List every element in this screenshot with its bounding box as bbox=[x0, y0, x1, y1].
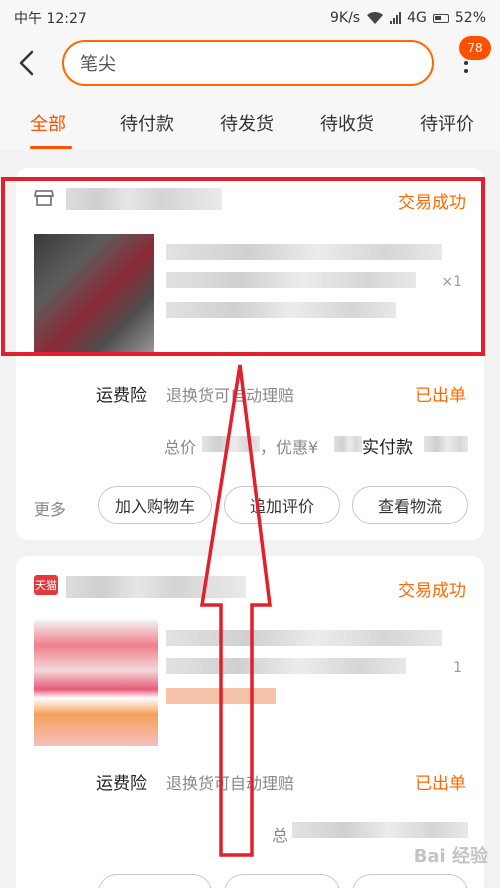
back-arrow-icon[interactable] bbox=[14, 48, 42, 78]
tmall-store-badge: 天猫 bbox=[34, 575, 58, 595]
tab-all[interactable]: 全部 bbox=[30, 110, 66, 136]
shipping-insurance-label: 运费险 bbox=[96, 386, 147, 406]
shop-name-blurred[interactable] bbox=[66, 188, 222, 210]
add-review-button[interactable]: 追加评价 bbox=[224, 486, 340, 524]
paid-amount-blurred bbox=[424, 436, 468, 452]
return-claim-text: 退换货可自动理赔 bbox=[166, 774, 295, 793]
order-status: 交易成功 bbox=[398, 193, 466, 213]
total-price-label: 总 bbox=[272, 826, 289, 845]
wifi-icon bbox=[367, 11, 384, 24]
product-title-blurred bbox=[166, 658, 406, 674]
shop-name-blurred[interactable] bbox=[66, 576, 246, 598]
total-price-blurred bbox=[292, 822, 468, 838]
view-logistics-button[interactable]: 查看物流 bbox=[352, 486, 468, 524]
order-action-button[interactable] bbox=[352, 874, 468, 888]
order-status: 交易成功 bbox=[398, 581, 466, 601]
product-title-blurred bbox=[166, 272, 416, 288]
order-action-button[interactable] bbox=[224, 874, 340, 888]
shop-icon bbox=[34, 190, 54, 206]
product-thumbnail[interactable] bbox=[34, 234, 154, 354]
tab-pending-receipt[interactable]: 待收货 bbox=[320, 110, 374, 136]
status-indicators: 9K/s 4G 52% bbox=[330, 10, 486, 26]
message-count-badge: 78 bbox=[459, 36, 491, 60]
search-input-value: 笔尖 bbox=[80, 54, 116, 75]
header: 笔尖 78 bbox=[0, 36, 500, 92]
order-card[interactable]: 交易成功 ×1 运费险 退换货可自动理赔 已出单 总价 ，优惠¥ 实付款 更多 … bbox=[16, 168, 484, 540]
insurance-status: 已出单 bbox=[415, 774, 466, 794]
battery-icon bbox=[432, 13, 449, 23]
shipping-insurance-label: 运费险 bbox=[96, 774, 147, 794]
product-quantity: 1 bbox=[453, 660, 462, 676]
add-to-cart-button[interactable]: 加入购物车 bbox=[98, 486, 212, 524]
signal-icon bbox=[390, 12, 402, 24]
more-link[interactable]: 更多 bbox=[34, 496, 66, 520]
return-claim-text: 退换货可自动理赔 bbox=[166, 386, 295, 405]
order-card[interactable]: 天猫 交易成功 1 运费险 退换货可自动理赔 已出单 总 bbox=[16, 556, 484, 888]
status-bar: 中午 12:27 9K/s 4G 52% bbox=[0, 0, 500, 36]
battery-level: 52% bbox=[454, 10, 486, 26]
product-quantity: ×1 bbox=[441, 274, 462, 290]
total-price-label: 总价 bbox=[164, 438, 197, 457]
product-spec-blurred bbox=[166, 688, 276, 704]
paid-amount-label: 实付款 bbox=[362, 438, 413, 458]
discount-label: ，优惠¥ bbox=[260, 438, 319, 457]
status-time: 中午 12:27 bbox=[14, 11, 87, 27]
search-input[interactable]: 笔尖 bbox=[62, 40, 434, 86]
insurance-status: 已出单 bbox=[415, 386, 466, 406]
watermark: Bai 经验 bbox=[413, 846, 488, 867]
product-title-blurred bbox=[166, 630, 442, 646]
product-title-blurred bbox=[166, 244, 442, 260]
product-thumbnail[interactable] bbox=[34, 620, 158, 746]
order-action-button[interactable] bbox=[98, 874, 212, 888]
network-speed: 9K/s bbox=[330, 10, 361, 26]
total-price-blurred bbox=[202, 436, 260, 452]
tab-pending-payment[interactable]: 待付款 bbox=[120, 110, 174, 136]
product-spec-blurred bbox=[166, 302, 396, 318]
discount-blurred bbox=[334, 436, 362, 452]
active-tab-indicator bbox=[30, 146, 72, 149]
network-type: 4G bbox=[407, 10, 427, 26]
order-tabs: 全部 待付款 待发货 待收货 待评价 bbox=[0, 92, 500, 150]
tab-pending-review[interactable]: 待评价 bbox=[420, 110, 474, 136]
tab-pending-shipment[interactable]: 待发货 bbox=[220, 110, 274, 136]
